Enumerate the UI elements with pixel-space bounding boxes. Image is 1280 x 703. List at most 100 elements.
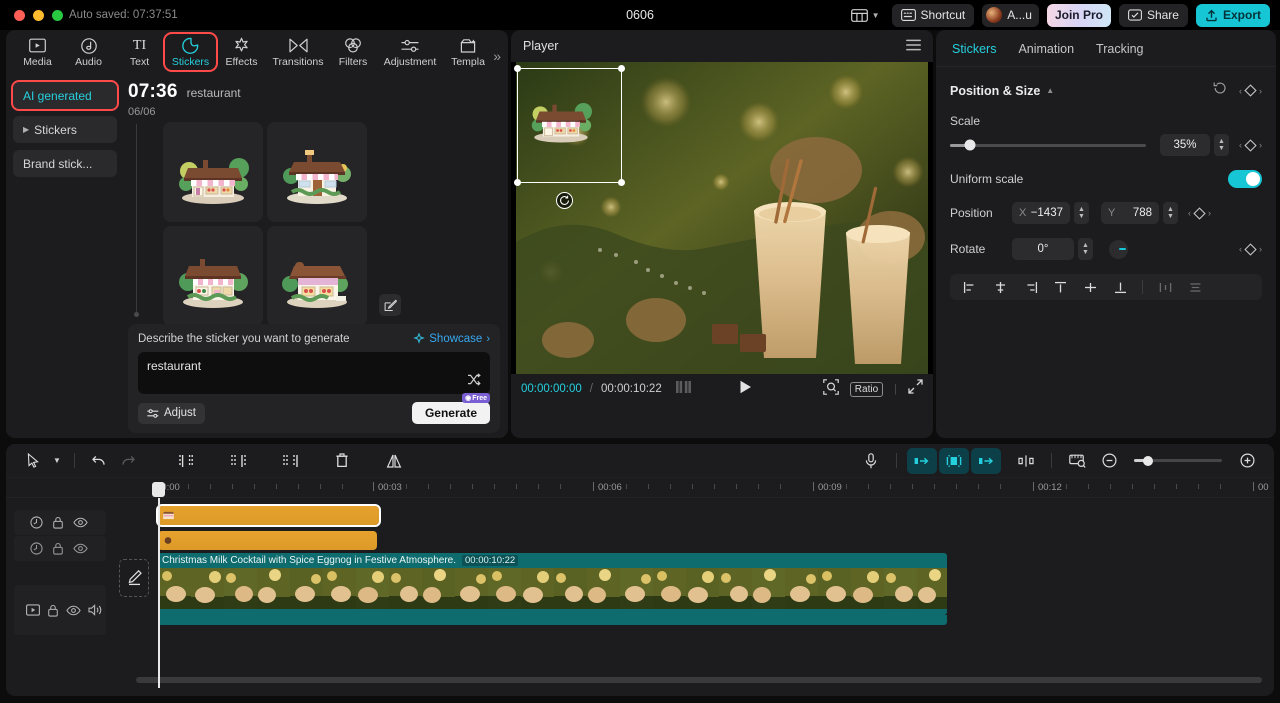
scale-slider[interactable] — [950, 139, 1146, 151]
nav-more-button[interactable]: » — [493, 48, 501, 64]
playhead-handle[interactable] — [152, 482, 165, 497]
keyframe-control[interactable]: ‹ › — [1239, 84, 1262, 97]
window-controls[interactable] — [14, 9, 63, 21]
keyframe-next-icon[interactable]: › — [1259, 86, 1262, 96]
keyframe-prev-button[interactable] — [907, 447, 937, 474]
eye-icon[interactable] — [73, 517, 88, 528]
distribute-vertical-icon[interactable] — [1181, 276, 1209, 298]
sidebar-item-ai-generated[interactable]: AI generated — [11, 80, 119, 111]
align-bottom-icon[interactable] — [1106, 276, 1134, 298]
video-clip[interactable]: Christmas Milk Cocktail with Spice Eggno… — [158, 553, 947, 615]
scale-keyframe[interactable]: ‹ › — [1239, 138, 1262, 152]
volume-icon[interactable] — [88, 604, 103, 616]
keyframe-diamond-icon[interactable] — [1244, 138, 1257, 152]
eye-icon[interactable] — [66, 605, 81, 616]
sidebar-item-brand-stickers[interactable]: Brand stick... — [13, 150, 117, 177]
nav-item-template[interactable]: Templa — [443, 34, 493, 70]
player-stage[interactable] — [511, 62, 933, 374]
scale-value-field[interactable]: 35% — [1160, 134, 1210, 156]
uniform-scale-toggle[interactable] — [1228, 170, 1262, 188]
tab-stickers[interactable]: Stickers — [952, 42, 996, 56]
nav-item-stickers[interactable]: Stickers — [163, 32, 218, 72]
keyframe-next-button[interactable] — [971, 447, 1001, 474]
keyframe-next-icon[interactable]: › — [1259, 140, 1262, 150]
align-right-icon[interactable] — [1016, 276, 1044, 298]
share-button[interactable]: Share — [1118, 3, 1188, 27]
sticker-result-3[interactable] — [163, 226, 263, 326]
keyframe-next-icon[interactable]: › — [1259, 244, 1262, 254]
rotate-handle[interactable] — [556, 192, 573, 209]
sticker-result-4[interactable] — [267, 226, 367, 326]
lock-icon[interactable] — [47, 604, 59, 617]
sticker-overlay[interactable] — [525, 84, 597, 151]
sticker-prompt-input[interactable]: restaurant — [138, 352, 490, 394]
sticker-result-1[interactable] — [163, 122, 263, 222]
nav-item-media[interactable]: Media — [12, 34, 63, 70]
edit-track-button[interactable] — [119, 559, 149, 597]
rotate-value-field[interactable]: 0° — [1012, 238, 1074, 260]
redo-button[interactable] — [113, 448, 143, 474]
split-button[interactable] — [223, 448, 253, 474]
reset-button[interactable] — [1213, 81, 1227, 100]
rotate-dial[interactable] — [1109, 239, 1128, 259]
track-header-sticker-2[interactable] — [14, 536, 106, 561]
account-button[interactable]: A...u — [982, 3, 1039, 27]
keyframe-prev-icon[interactable]: ‹ — [1239, 244, 1242, 254]
zoom-out-button[interactable] — [1094, 448, 1124, 474]
maximize-window-icon[interactable] — [52, 9, 63, 21]
tab-animation[interactable]: Animation — [1018, 42, 1074, 56]
keyframe-prev-icon[interactable]: ‹ — [1188, 208, 1191, 218]
showcase-link[interactable]: Showcase › — [413, 333, 490, 345]
distribute-horizontal-icon[interactable] — [1151, 276, 1179, 298]
sidebar-item-stickers[interactable]: ▶ Stickers — [13, 116, 117, 143]
track-header-video[interactable] — [14, 585, 106, 635]
timeline-horizontal-scrollbar[interactable] — [136, 677, 1262, 683]
align-left-icon[interactable] — [956, 276, 984, 298]
fullscreen-button[interactable] — [908, 379, 923, 399]
align-top-icon[interactable] — [1046, 276, 1074, 298]
crop-preview-button[interactable] — [1062, 448, 1092, 474]
position-keyframe[interactable]: ‹ › — [1188, 206, 1211, 220]
export-button[interactable]: Export — [1195, 3, 1270, 27]
sticker-clip-1[interactable] — [156, 504, 381, 527]
rotate-stepper[interactable]: ▲ ▼ — [1078, 238, 1093, 260]
video-clip-audio-strip[interactable] — [158, 615, 947, 625]
tab-tracking[interactable]: Tracking — [1096, 42, 1143, 56]
position-x-stepper[interactable]: ▲ ▼ — [1074, 202, 1089, 224]
eye-icon[interactable] — [73, 543, 88, 554]
play-button[interactable] — [739, 380, 752, 399]
nav-item-effects[interactable]: Effects — [216, 34, 267, 70]
sticker-clip-2[interactable] — [158, 531, 377, 550]
zoom-preview-button[interactable] — [822, 378, 839, 400]
delete-button[interactable] — [327, 448, 357, 474]
position-y-stepper[interactable]: ▲ ▼ — [1163, 202, 1178, 224]
track-header-sticker-1[interactable] — [14, 510, 106, 535]
nav-item-filters[interactable]: Filters — [329, 34, 377, 70]
keyframe-diamond-icon[interactable] — [1193, 206, 1206, 220]
keyframe-next-icon[interactable]: › — [1208, 208, 1211, 218]
adjust-button[interactable]: Adjust — [138, 402, 205, 424]
split-right-button[interactable] — [275, 448, 305, 474]
frames-view-button[interactable] — [675, 380, 693, 398]
scale-slider-knob[interactable] — [964, 139, 976, 151]
keyframe-prev-icon[interactable]: ‹ — [1239, 86, 1242, 96]
current-timecode[interactable]: 00:00:00:00 — [521, 383, 582, 395]
zoom-slider-knob[interactable] — [1143, 455, 1154, 466]
join-pro-button[interactable]: Join Pro — [1046, 3, 1111, 27]
align-center-vertical-icon[interactable] — [1076, 276, 1104, 298]
keyframe-diamond-icon[interactable] — [1244, 84, 1257, 97]
timeline-ruler[interactable]: 00:00 00:03 00:06 00:09 00:12 00 — [6, 478, 1274, 498]
position-y-field[interactable]: Y 788 — [1101, 202, 1159, 224]
edit-sticker-button[interactable] — [379, 294, 401, 316]
mirror-button[interactable] — [379, 448, 409, 474]
nav-item-audio[interactable]: Audio — [63, 34, 114, 70]
keyframe-prev-icon[interactable]: ‹ — [1239, 140, 1242, 150]
keyframe-add-button[interactable] — [939, 447, 969, 474]
microphone-button[interactable] — [856, 448, 886, 474]
clock-icon[interactable] — [30, 542, 43, 555]
split-left-button[interactable] — [171, 448, 201, 474]
lock-icon[interactable] — [52, 516, 64, 529]
select-tool-button[interactable] — [18, 448, 48, 474]
collapse-icon[interactable]: ▲ — [1046, 86, 1054, 95]
scale-stepper[interactable]: ▲ ▼ — [1214, 134, 1229, 156]
